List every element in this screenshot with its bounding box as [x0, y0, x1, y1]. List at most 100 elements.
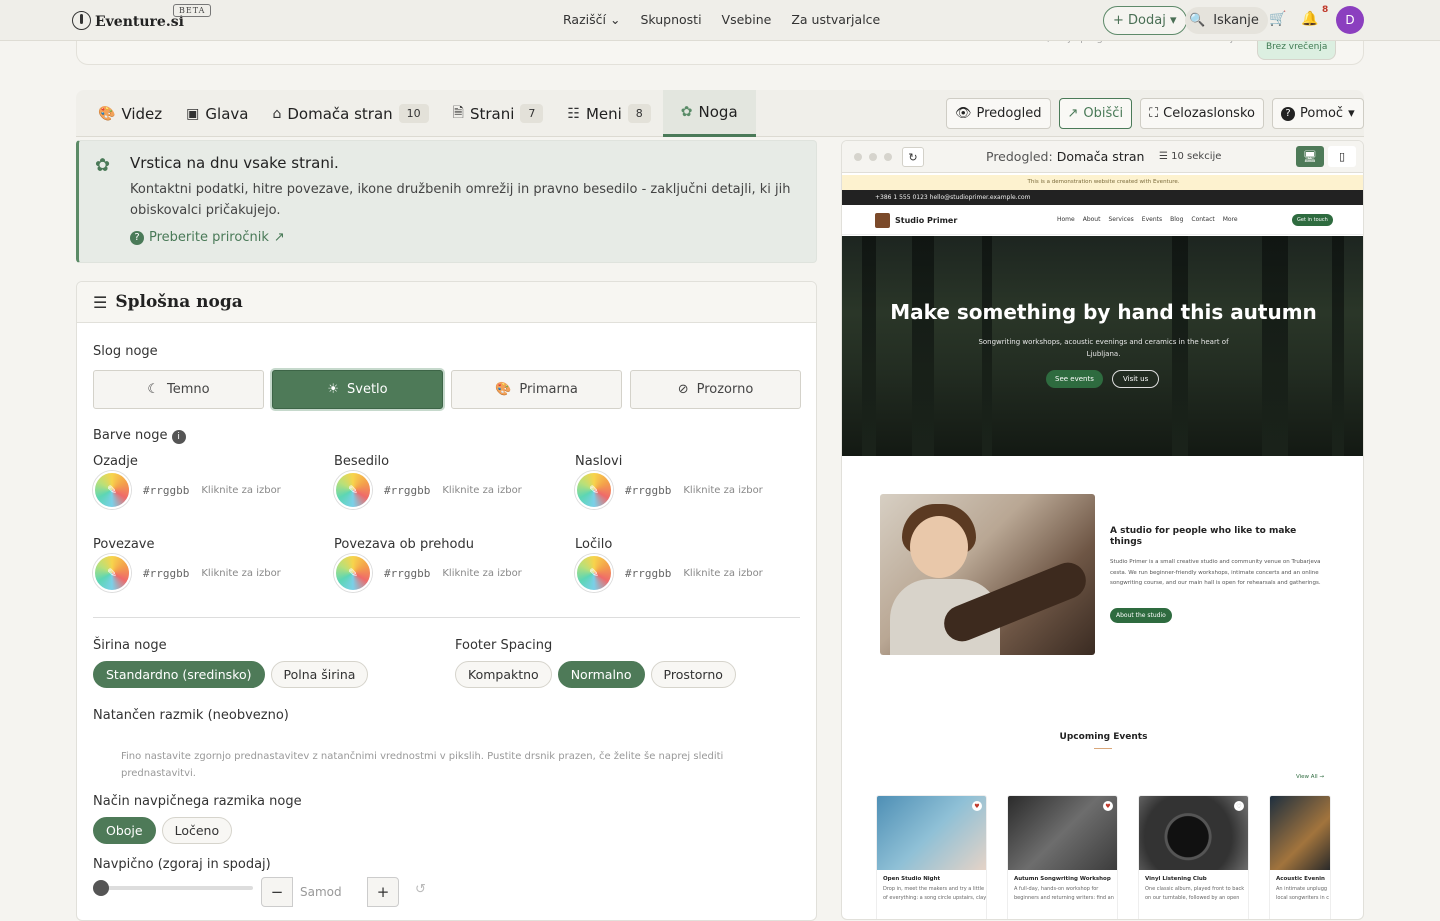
visit-button[interactable]: ↗ Obišči [1058, 98, 1133, 129]
events-title: Upcoming Events [1059, 732, 1148, 742]
spacing-normal-pill[interactable]: Normalno [557, 661, 645, 688]
tab-noga[interactable]: ✿ Noga [662, 90, 756, 137]
plus-icon[interactable]: + [368, 883, 398, 901]
event-image: ♡ [1139, 796, 1248, 870]
width-standard-pill[interactable]: Standardno (sredinsko) [93, 661, 265, 688]
reset-icon[interactable]: ↺ [415, 882, 426, 897]
style-primary-button[interactable]: 🎨 Primarna [451, 370, 622, 409]
spacing-compact-pill[interactable]: Kompaktno [455, 661, 552, 688]
site-link[interactable]: Home [1057, 216, 1075, 223]
eye-slash-icon: ⊘ [677, 382, 689, 397]
info-icon[interactable]: i [171, 430, 186, 444]
tab-meni[interactable]: ☷ Meni 8 [555, 90, 662, 137]
vertical-mode-options: Oboje Ločeno [93, 817, 233, 844]
color-picker-swatch[interactable]: ✎ [575, 554, 613, 592]
avatar[interactable]: D [1336, 6, 1364, 34]
style-light-button[interactable]: ☀ Svetlo [272, 370, 443, 409]
shoe-prints-icon: ✿ [95, 155, 111, 176]
bell-icon[interactable]: 🔔 [1301, 11, 1318, 27]
color-field-text: Besedilo ✎ #rrggbb Kliknite za izbor [334, 454, 574, 509]
view-all-link[interactable]: View All → [1296, 774, 1324, 780]
color-picker-swatch[interactable]: ✎ [334, 554, 372, 592]
desktop-icon[interactable]: 🖥 [1296, 146, 1324, 167]
site-link[interactable]: About [1083, 216, 1101, 223]
site-cta-button[interactable]: Get in touch [1292, 214, 1333, 226]
help-button[interactable]: ? Pomoč ▾ [1271, 98, 1364, 129]
palette-icon: 🎨 [495, 382, 512, 397]
width-full-pill[interactable]: Polna širina [270, 661, 369, 688]
logo[interactable]: Eventure.si [72, 10, 184, 30]
minus-icon[interactable]: − [262, 883, 292, 901]
color-field-divider: Ločilo ✎ #rrggbb Kliknite za izbor [575, 537, 815, 592]
event-card[interactable]: ♡ Vinyl Listening Club One classic album… [1138, 795, 1249, 919]
site-link[interactable]: Events [1142, 216, 1162, 223]
window-dots [854, 153, 892, 161]
event-card[interactable]: ♥ Open Studio Night Drop in, meet the ma… [876, 795, 987, 919]
refresh-icon[interactable]: ↻ [902, 147, 924, 167]
site-link[interactable]: More [1223, 216, 1238, 223]
vertical-spacing-input[interactable]: Samod [292, 877, 368, 907]
panel-title: Splošna noga [115, 292, 243, 312]
fullscreen-button[interactable]: ⛶ Celozaslonsko [1140, 98, 1264, 129]
site-link[interactable]: Contact [1191, 216, 1214, 223]
event-image: ♥ [877, 796, 986, 870]
tab-strani[interactable]: 🗎 Strani 7 [441, 90, 556, 137]
vertical-mode-label: Način navpičnega razmika noge [93, 794, 302, 809]
preview-button[interactable]: 👁 Predogled [946, 98, 1051, 129]
tab-glava[interactable]: ▣ Glava [174, 90, 260, 137]
about-button[interactable]: About the studio [1110, 608, 1172, 623]
tab-videz[interactable]: 🎨 Videz [86, 90, 174, 137]
footer-width-label: Širina noge [93, 638, 167, 653]
color-field-links: Povezave ✎ #rrggbb Kliknite za izbor [93, 537, 333, 592]
about-title: A studio for people who like to make thi… [1110, 526, 1297, 547]
palette-icon: 🎨 [98, 105, 116, 122]
event-card[interactable]: Acoustic Evenin An intimate unplugg loca… [1269, 795, 1331, 919]
eyedropper-icon: ✎ [347, 566, 359, 580]
home-icon: ⌂ [272, 105, 282, 122]
tab-count: 8 [627, 104, 651, 123]
vmode-separate-pill[interactable]: Ločeno [161, 817, 233, 844]
color-picker-swatch[interactable]: ✎ [93, 554, 131, 592]
add-button[interactable]: + Dodaj ▾ [1103, 6, 1187, 35]
heart-icon[interactable]: ♥ [972, 801, 982, 811]
panel-header: ☰ Splošna noga [77, 282, 816, 323]
nav-item-explore[interactable]: Raziščí ⌄ [563, 12, 620, 27]
heart-icon[interactable]: ♥ [1103, 801, 1113, 811]
spacing-spacious-pill[interactable]: Prostorno [650, 661, 736, 688]
events-title-underline [1094, 748, 1112, 749]
caret-down-icon: ▾ [1169, 13, 1177, 28]
see-events-button[interactable]: See events [1046, 370, 1103, 388]
help-description: Kontaktni podatki, hitre povezave, ikone… [130, 182, 791, 218]
style-transparent-button[interactable]: ⊘ Prozorno [630, 370, 801, 409]
preview-title: Predogled: Domača stran [986, 149, 1145, 164]
preview-header: ↻ Predogled: Domača stran ☰ 10 sekcije 🖥… [842, 141, 1363, 173]
about-image [880, 494, 1095, 655]
nav-item-creators[interactable]: Za ustvarjalce [791, 12, 880, 27]
vertical-spacing-slider-handle[interactable] [93, 880, 109, 896]
footer-style-selector: ☾ Temno ☀ Svetlo 🎨 Primarna ⊘ Prozorno [93, 370, 801, 409]
mobile-icon[interactable]: ▯ [1328, 146, 1356, 167]
site-link[interactable]: Services [1108, 216, 1133, 223]
search-icon: 🔍 [1189, 13, 1206, 28]
style-dark-button[interactable]: ☾ Temno [93, 370, 264, 409]
nav-item-communities[interactable]: Skupnosti [640, 12, 701, 27]
tab-domaca-stran[interactable]: ⌂ Domača stran 10 [260, 90, 440, 137]
site-brand[interactable]: Studio Primer [875, 213, 957, 228]
vmode-both-pill[interactable]: Oboje [93, 817, 156, 844]
site-navbar: Studio Primer Home About Services Events… [842, 205, 1363, 235]
vertical-spacing-slider-track[interactable] [93, 886, 253, 890]
color-picker-swatch[interactable]: ✎ [334, 471, 372, 509]
search-button[interactable]: 🔍 Iskanje [1185, 7, 1268, 34]
beta-badge: BETA [173, 4, 212, 17]
footer-width-options: Standardno (sredinsko) Polna širina [93, 661, 369, 688]
color-picker-swatch[interactable]: ✎ [575, 471, 613, 509]
nav-item-content[interactable]: Vsebine [722, 12, 772, 27]
color-picker-swatch[interactable]: ✎ [93, 471, 131, 509]
heart-icon[interactable]: ♡ [1234, 801, 1244, 811]
visit-us-button[interactable]: Visit us [1112, 370, 1160, 388]
color-field-headings: Naslovi ✎ #rrggbb Kliknite za izbor [575, 454, 815, 509]
manual-link[interactable]: ? Preberite priročnik ↗ [130, 230, 285, 245]
cart-icon[interactable]: 🛒 [1269, 11, 1286, 27]
site-link[interactable]: Blog [1170, 216, 1183, 223]
event-card[interactable]: ♥ Autumn Songwriting Workshop A full-day… [1007, 795, 1118, 919]
